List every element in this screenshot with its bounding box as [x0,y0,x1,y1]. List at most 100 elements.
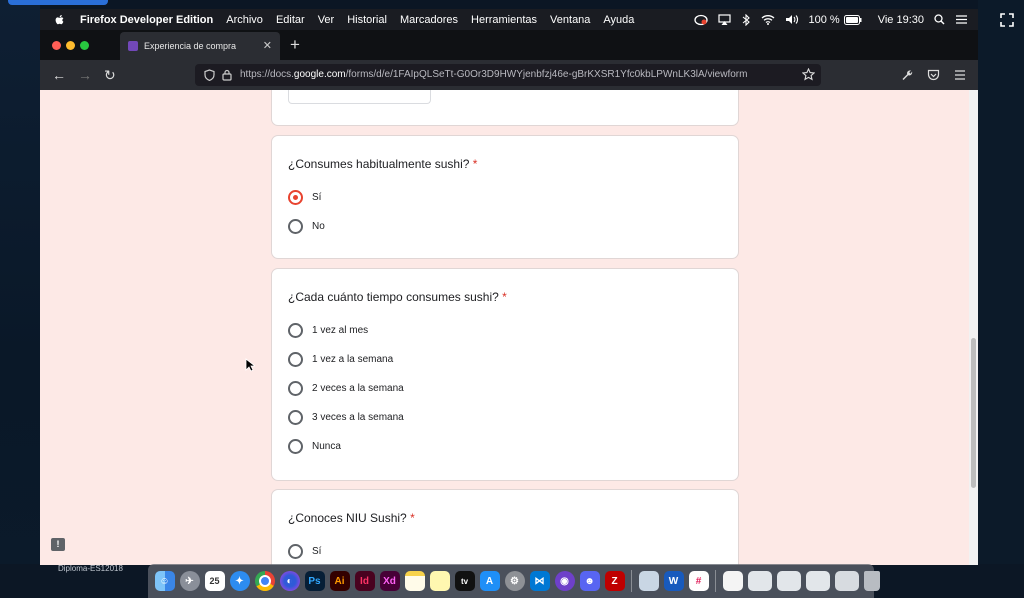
bluetooth-icon[interactable] [741,13,751,26]
discord-icon[interactable]: ☻ [579,571,600,591]
battery-icon[interactable] [843,14,862,25]
option-no[interactable]: No [288,218,325,234]
menu-bar: Firefox Developer Edition Archivo Editar… [40,9,978,30]
xd-icon[interactable]: Xd [379,571,400,591]
launchpad-icon[interactable]: ✈ [179,571,200,591]
creative-cloud-icon[interactable] [693,14,708,26]
github-icon[interactable]: ◉ [554,571,575,591]
expand-icon[interactable] [999,12,1015,28]
safari-icon[interactable]: ✦ [229,571,250,591]
url-text: https://docs.google.com/forms/d/e/1FAIpQ… [240,69,747,80]
radio-button[interactable] [288,438,303,454]
back-button[interactable]: ← [52,67,66,83]
menu-herramientas[interactable]: Herramientas [471,14,537,26]
menu-marcadores[interactable]: Marcadores [400,14,458,26]
minimize-window-button[interactable] [66,41,75,50]
hamburger-menu-icon[interactable] [954,70,966,80]
notes-icon[interactable] [404,571,425,591]
control-center-icon[interactable] [955,14,968,25]
feedback-icon[interactable]: ! [51,538,65,551]
tab-experiencia-de-compra[interactable]: Experiencia de compra ✕ [120,32,280,60]
menu-archivo[interactable]: Archivo [226,14,263,26]
menu-historial[interactable]: Historial [347,14,387,26]
photoshop-icon[interactable]: Ps [304,571,325,591]
radio-si[interactable] [288,543,303,559]
option-1-vez-a-la-semana[interactable]: 1 vez a la semana [288,351,393,367]
scrollbar-thumb[interactable] [971,338,976,488]
slack-icon[interactable]: # [688,571,709,591]
trash-icon[interactable] [863,571,880,591]
apple-icon[interactable] [54,14,70,26]
option-si[interactable]: Sí [288,543,321,559]
tab-close-icon[interactable]: ✕ [263,39,272,52]
stickies-icon[interactable] [429,571,450,591]
required-asterisk: * [472,157,478,171]
screenshot-file-icon[interactable] [747,571,772,591]
radio-button[interactable] [288,322,303,338]
form-page: ¿Consumes habitualmente sushi? * Sí No ¿… [40,90,978,565]
option-label: Sí [312,545,322,557]
spotlight-search-icon[interactable] [934,14,945,25]
option-nunca[interactable]: Nunca [288,438,341,454]
pocket-icon[interactable] [927,69,940,81]
vscode-icon[interactable]: ⋈ [529,571,550,591]
question-title: ¿Conoces NIU Sushi? * [288,511,415,525]
option-si[interactable]: Sí [288,189,321,205]
wifi-icon[interactable] [761,14,775,25]
menu-editar[interactable]: Editar [276,14,305,26]
radio-no[interactable] [288,218,303,234]
finder-icon[interactable]: ☺ [154,571,175,591]
volume-icon[interactable] [785,14,799,25]
radio-button[interactable] [288,409,303,425]
screenshot-file-icon[interactable] [805,571,830,591]
battery-percent: 100 % [808,13,840,26]
word-icon[interactable]: W [663,571,684,591]
firefox-icon[interactable]: ◐ [279,571,300,591]
screenshot-file-icon[interactable] [776,571,801,591]
previous-question-card [271,90,739,126]
filezilla-icon[interactable]: Z [604,571,625,591]
scrollbar-track[interactable] [969,90,978,565]
system-preferences-icon[interactable]: ⚙ [504,571,525,591]
menu-ventana[interactable]: Ventana [550,14,590,26]
option-1-vez-al-mes[interactable]: 1 vez al mes [288,322,368,338]
option-label: 1 vez al mes [312,324,369,336]
question-card-q1: ¿Consumes habitualmente sushi? * Sí No [271,135,739,259]
illustrator-icon[interactable]: Ai [329,571,350,591]
question-title: ¿Consumes habitualmente sushi? * [288,157,478,171]
question-title: ¿Cada cuánto tiempo consumes sushi? * [288,290,507,304]
document-icon[interactable] [722,571,743,591]
calendar-icon[interactable]: 25 [204,571,225,591]
apple-tv-icon[interactable]: tv [454,571,475,591]
chrome-icon[interactable] [254,571,275,591]
shield-icon[interactable] [204,69,215,81]
downloads-folder-icon[interactable] [834,571,859,591]
url-bar[interactable]: https://docs.google.com/forms/d/e/1FAIpQ… [195,64,821,86]
bookmark-star-icon[interactable] [802,68,815,81]
desktop-file-label[interactable]: Diploma-ES12018 [58,564,123,573]
indesign-icon[interactable]: Id [354,571,375,591]
option-2-veces-a-la-semana[interactable]: 2 veces a la semana [288,380,404,396]
zoom-window-button[interactable] [80,41,89,50]
menu-ayuda[interactable]: Ayuda [603,14,634,26]
new-tab-button[interactable]: + [290,35,300,55]
navigation-bar: ← → ↻ https://docs.google.com/forms/d/e/… [40,60,978,90]
menu-ver[interactable]: Ver [318,14,335,26]
option-3-veces-a-la-semana[interactable]: 3 veces a la semana [288,409,404,425]
menu-app-name[interactable]: Firefox Developer Edition [80,14,213,26]
dock-separator [715,570,716,592]
reload-button[interactable]: ↻ [104,67,116,84]
lock-icon[interactable] [222,69,232,81]
forward-button[interactable]: → [78,67,92,83]
airplay-icon[interactable] [717,13,731,26]
url-path: /forms/d/e/1FAIpQLSeTt-G0Or3D9HWYjenbfzj… [345,69,748,80]
clock[interactable]: Vie 19:30 [878,14,924,26]
wrench-icon[interactable] [901,69,914,82]
radio-button[interactable] [288,351,303,367]
radio-si[interactable] [288,189,303,205]
radio-button[interactable] [288,380,303,396]
previous-answer-box[interactable] [288,90,431,104]
preview-icon[interactable] [638,571,659,591]
close-window-button[interactable] [52,41,61,50]
app-store-icon[interactable]: A [479,571,500,591]
